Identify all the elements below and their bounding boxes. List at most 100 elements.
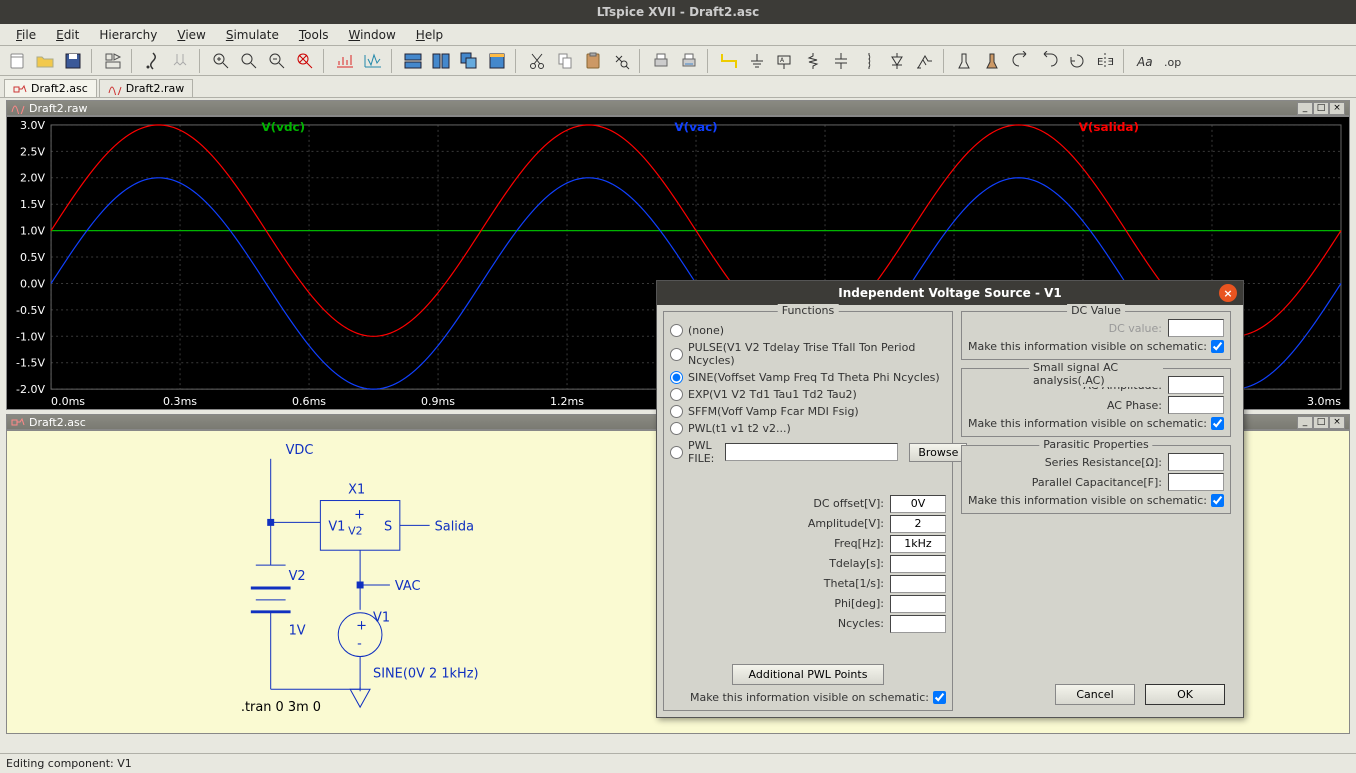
function-radio[interactable] xyxy=(670,422,683,435)
menu-hierarchy[interactable]: Hierarchy xyxy=(89,25,167,45)
param-input[interactable] xyxy=(890,575,946,593)
diode-button[interactable] xyxy=(884,48,910,74)
new-schematic-button[interactable] xyxy=(4,48,30,74)
param-input[interactable] xyxy=(890,535,946,553)
close-button[interactable]: × xyxy=(1329,102,1345,115)
param-input[interactable] xyxy=(890,615,946,633)
pwl-file-input[interactable] xyxy=(725,443,898,461)
param-input[interactable] xyxy=(890,515,946,533)
print-button[interactable] xyxy=(648,48,674,74)
menu-tools[interactable]: Tools xyxy=(289,25,339,45)
zoom-fit-button[interactable] xyxy=(292,48,318,74)
svg-text:0.0ms: 0.0ms xyxy=(51,395,85,408)
parasitic-legend: Parasitic Properties xyxy=(1039,438,1152,451)
zoom-out-button[interactable] xyxy=(264,48,290,74)
additional-pwl-button[interactable]: Additional PWL Points xyxy=(732,664,885,685)
dialog-titlebar[interactable]: Independent Voltage Source - V1 × xyxy=(657,281,1243,305)
component-name-v1: V1 xyxy=(373,611,390,626)
visibility-checkbox-functions[interactable] xyxy=(933,691,946,704)
rotate-button[interactable] xyxy=(1064,48,1090,74)
function-option[interactable]: (none) xyxy=(670,322,946,339)
svg-text:1.2ms: 1.2ms xyxy=(550,395,584,408)
menu-file[interactable]: File xyxy=(6,25,46,45)
function-option[interactable]: PWL FILE:Browse xyxy=(670,437,946,467)
cancel-button[interactable]: Cancel xyxy=(1055,684,1135,705)
capacitor-button[interactable] xyxy=(828,48,854,74)
ac-amplitude-input[interactable] xyxy=(1168,376,1224,394)
wire-button[interactable] xyxy=(716,48,742,74)
ground-button[interactable] xyxy=(744,48,770,74)
zoom-in-button[interactable] xyxy=(208,48,234,74)
function-label: (none) xyxy=(688,324,724,337)
function-radio[interactable] xyxy=(670,348,683,361)
function-radio[interactable] xyxy=(670,405,683,418)
close-window-button[interactable] xyxy=(484,48,510,74)
tab-schematic[interactable]: Draft2.asc xyxy=(4,79,97,97)
tab-waveform[interactable]: Draft2.raw xyxy=(99,79,193,97)
parallel-capacitance-input[interactable] xyxy=(1168,473,1224,491)
autorange-x-button[interactable] xyxy=(332,48,358,74)
menu-view[interactable]: View xyxy=(167,25,215,45)
find-button[interactable] xyxy=(608,48,634,74)
net-label-vac: VAC xyxy=(395,579,421,594)
function-radio[interactable] xyxy=(670,324,683,337)
maximize-button[interactable]: □ xyxy=(1313,416,1329,429)
param-input[interactable] xyxy=(890,495,946,513)
menu-edit[interactable]: Edit xyxy=(46,25,89,45)
visibility-checkbox-parasitic[interactable] xyxy=(1211,494,1224,507)
tile-horiz-button[interactable] xyxy=(400,48,426,74)
close-icon[interactable]: × xyxy=(1219,284,1237,302)
function-option[interactable]: PULSE(V1 V2 Tdelay Trise Tfall Ton Perio… xyxy=(670,339,946,369)
move-button[interactable] xyxy=(952,48,978,74)
minimize-button[interactable]: _ xyxy=(1297,102,1313,115)
minimize-button[interactable]: _ xyxy=(1297,416,1313,429)
visibility-checkbox-ac[interactable] xyxy=(1211,417,1224,430)
undo-button[interactable] xyxy=(1008,48,1034,74)
maximize-button[interactable]: □ xyxy=(1313,102,1329,115)
net-label-vdc: VDC xyxy=(286,443,314,458)
param-input[interactable] xyxy=(890,595,946,613)
drag-button[interactable] xyxy=(980,48,1006,74)
param-label: DC offset[V]: xyxy=(813,497,884,510)
browse-button[interactable]: Browse xyxy=(909,443,967,462)
ac-phase-input[interactable] xyxy=(1168,396,1224,414)
run-button[interactable] xyxy=(140,48,166,74)
open-button[interactable] xyxy=(32,48,58,74)
close-button[interactable]: × xyxy=(1329,416,1345,429)
svg-text:E: E xyxy=(1097,57,1103,68)
autorange-y-button[interactable] xyxy=(360,48,386,74)
param-input[interactable] xyxy=(890,555,946,573)
zoom-pan-button[interactable] xyxy=(236,48,262,74)
menu-help[interactable]: Help xyxy=(406,25,453,45)
redo-button[interactable] xyxy=(1036,48,1062,74)
dc-value-input[interactable] xyxy=(1168,319,1224,337)
tile-vert-button[interactable] xyxy=(428,48,454,74)
function-radio[interactable] xyxy=(670,371,683,384)
spice-directive-button[interactable]: .op xyxy=(1160,48,1186,74)
menu-window[interactable]: Window xyxy=(338,25,405,45)
text-button[interactable]: Aa xyxy=(1132,48,1158,74)
function-option[interactable]: SFFM(Voff Vamp Fcar MDI Fsig) xyxy=(670,403,946,420)
halt-button[interactable] xyxy=(168,48,194,74)
component-button[interactable] xyxy=(912,48,938,74)
resistor-button[interactable] xyxy=(800,48,826,74)
menu-simulate[interactable]: Simulate xyxy=(216,25,289,45)
mirror-button[interactable]: EE xyxy=(1092,48,1118,74)
save-button[interactable] xyxy=(60,48,86,74)
visibility-checkbox-dc[interactable] xyxy=(1211,340,1224,353)
inductor-button[interactable] xyxy=(856,48,882,74)
function-radio[interactable] xyxy=(670,446,683,459)
label-net-button[interactable]: A xyxy=(772,48,798,74)
function-option[interactable]: PWL(t1 v1 t2 v2...) xyxy=(670,420,946,437)
copy-button[interactable] xyxy=(552,48,578,74)
ok-button[interactable]: OK xyxy=(1145,684,1225,705)
print-setup-button[interactable] xyxy=(676,48,702,74)
cut-button[interactable] xyxy=(524,48,550,74)
paste-button[interactable] xyxy=(580,48,606,74)
control-panel-button[interactable] xyxy=(100,48,126,74)
series-resistance-input[interactable] xyxy=(1168,453,1224,471)
function-option[interactable]: SINE(Voffset Vamp Freq Td Theta Phi Ncyc… xyxy=(670,369,946,386)
cascade-button[interactable] xyxy=(456,48,482,74)
function-option[interactable]: EXP(V1 V2 Td1 Tau1 Td2 Tau2) xyxy=(670,386,946,403)
function-radio[interactable] xyxy=(670,388,683,401)
